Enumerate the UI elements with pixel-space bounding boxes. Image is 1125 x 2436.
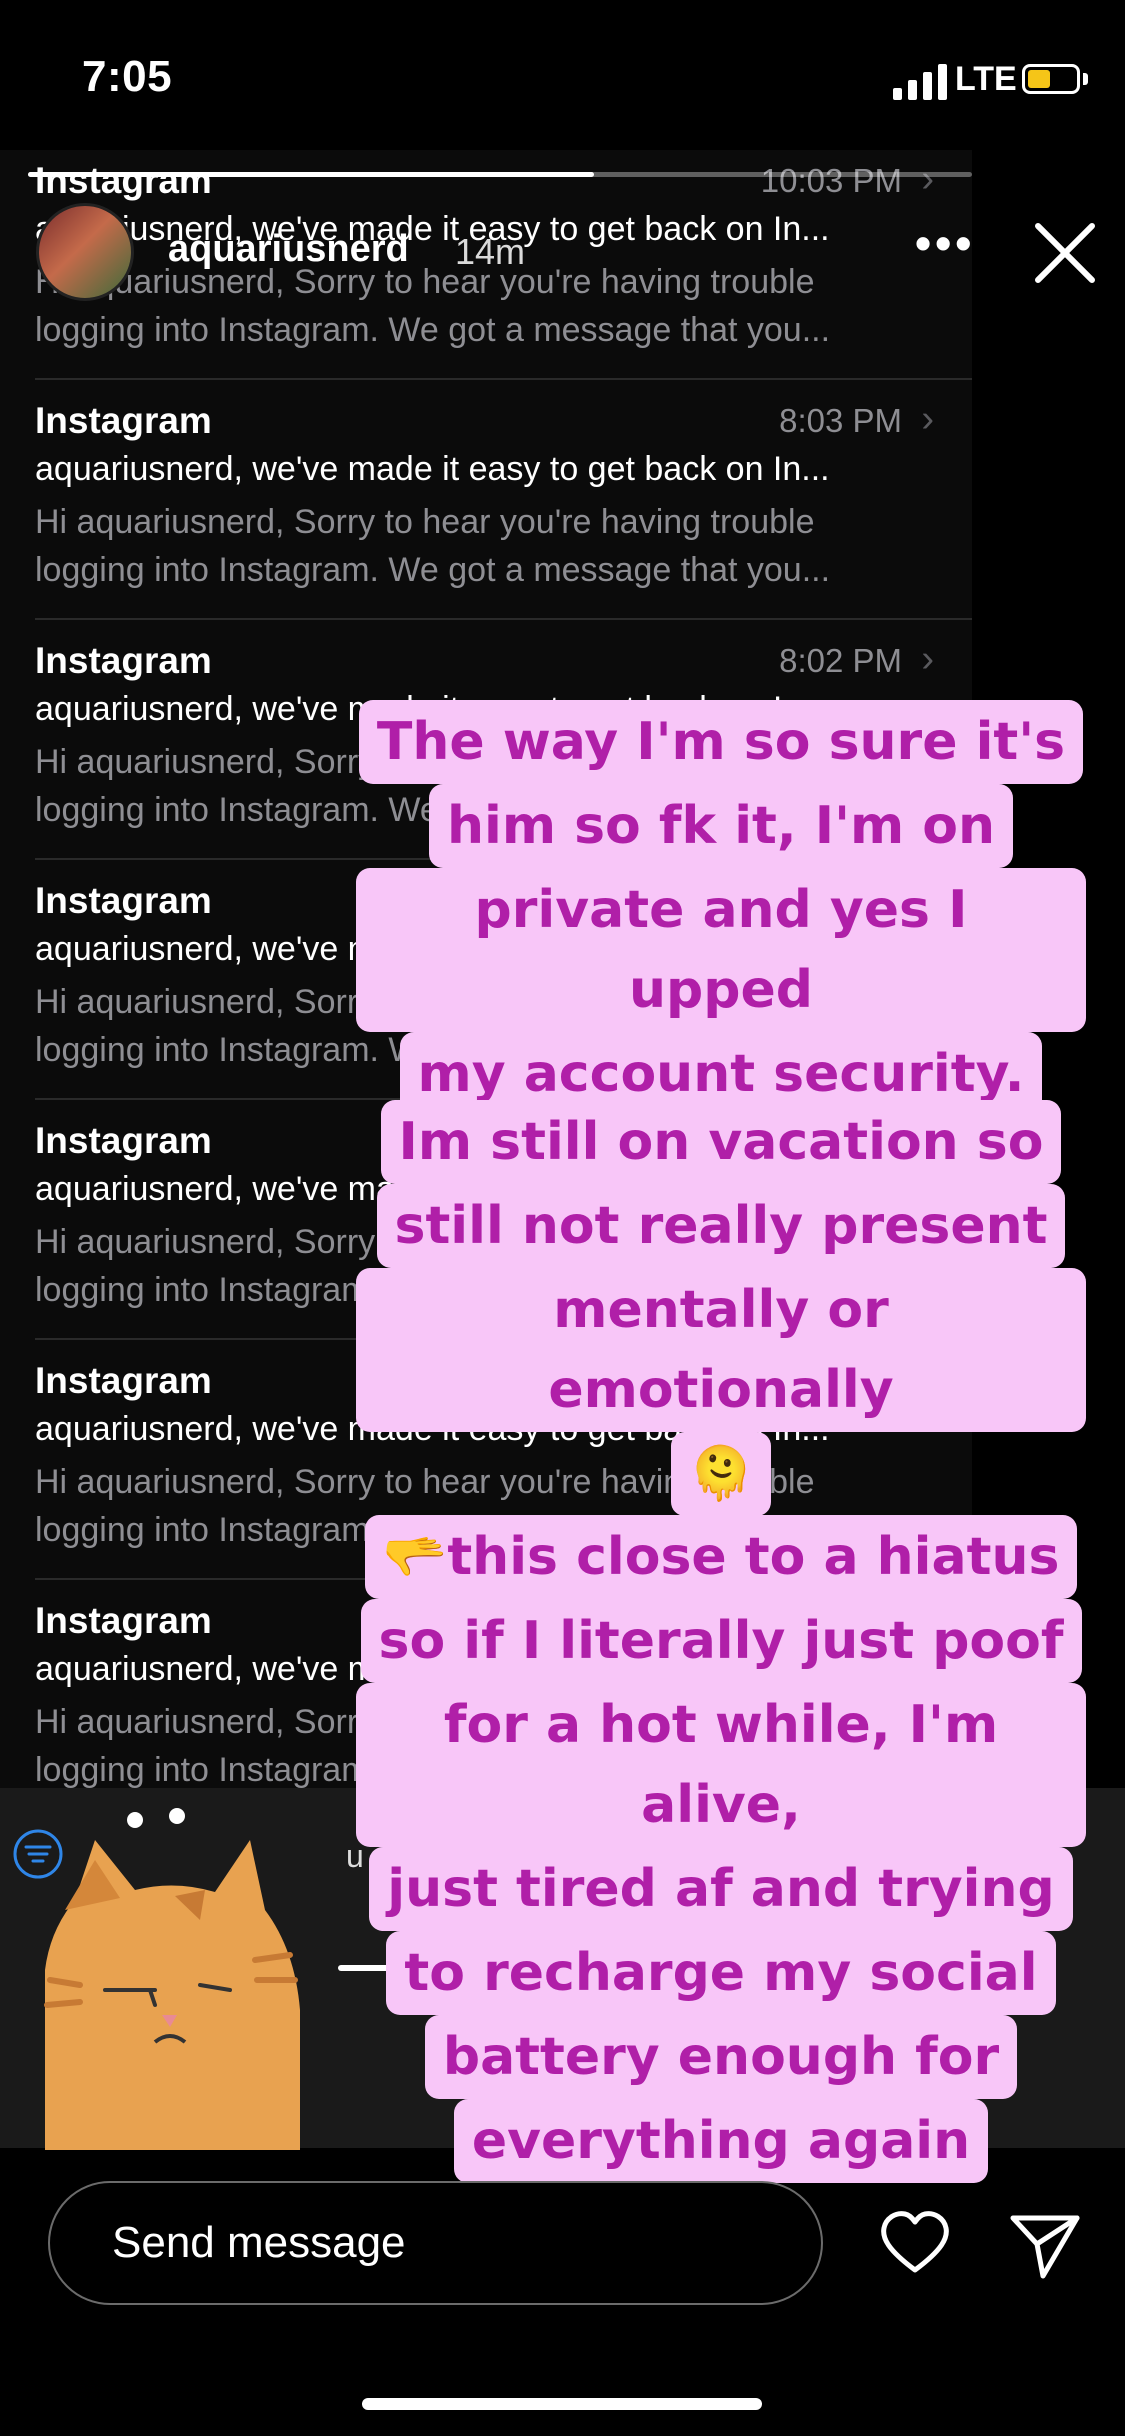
story-username[interactable]: aquariusnerd (168, 228, 409, 271)
story-progress-bar (28, 172, 972, 177)
close-icon[interactable] (1030, 218, 1100, 288)
story-progress-fill (28, 172, 595, 177)
sticker-line: The way I'm so sure it's (358, 700, 1084, 784)
mail-sender: Instagram (35, 1360, 212, 1401)
send-icon[interactable] (1005, 2206, 1085, 2286)
text-sticker-security: The way I'm so sure it's him so fk it, I… (356, 700, 1086, 1116)
sticker-line: still not really present (376, 1184, 1066, 1268)
sticker-line: private and yes I upped (356, 868, 1086, 1032)
signal-icon (893, 64, 947, 100)
mail-preview: Hi aquariusnerd, Sorry to hear you're ha… (35, 498, 935, 594)
home-indicator (362, 2398, 762, 2410)
mail-preview-line: logging into Instagram. We got a message… (35, 551, 831, 589)
chevron-right-icon: › (921, 158, 934, 200)
mail-item[interactable]: Instagram 8:03 PM aquariusnerd, we've made… (35, 378, 972, 620)
mail-time: 8:02 PM (779, 642, 902, 679)
sticker-line: him so fk it, I'm on (428, 784, 1014, 868)
mail-sender: Instagram (35, 400, 212, 441)
sticker-line: so if I literally just poof (360, 1599, 1082, 1683)
mail-subject: aquariusnerd, we've made it easy to get … (35, 210, 830, 248)
chevron-right-icon: › (921, 638, 934, 680)
sticker-line: battery enough for (424, 2015, 1018, 2099)
text-sticker-vacation: Im still on vacation so still not really… (356, 1100, 1086, 1516)
chevron-right-icon: › (921, 398, 934, 440)
melting-face-emoji: 🫠 (670, 1432, 772, 1516)
heart-icon[interactable] (878, 2206, 952, 2280)
mail-sender: Instagram (35, 1120, 212, 1161)
battery-tip (1083, 73, 1088, 85)
text-sticker-hiatus: 🫳this close to a hiatus so if I literall… (356, 1515, 1086, 2183)
mail-time: 8:03 PM (779, 402, 902, 439)
sticker-line: everything again (453, 2099, 989, 2183)
battery-icon (1022, 64, 1080, 94)
status-time: 7:05 (82, 52, 173, 101)
mail-preview-line: logging into Instagram. We got a message… (35, 311, 831, 349)
mail-time: 10:03 PM (760, 162, 902, 199)
more-icon[interactable]: ••• (915, 216, 975, 270)
network-label: LTE (955, 60, 1017, 98)
send-message-placeholder: Send message (112, 2218, 406, 2267)
mail-preview-line: Hi aquariusnerd, Sorry to hear you're ha… (35, 503, 815, 541)
sticker-line: mentally or emotionally (356, 1268, 1086, 1432)
cat-sticker (44, 1808, 300, 2150)
avatar[interactable] (36, 203, 134, 301)
mail-sender: Instagram (35, 640, 212, 681)
mail-sender: Instagram (35, 160, 212, 201)
sticker-line: just tired af and trying (369, 1847, 1073, 1931)
mail-sender: Instagram (35, 1600, 212, 1641)
sticker-line: for a hot while, I'm alive, (356, 1683, 1086, 1847)
sticker-line: to recharge my social (386, 1931, 1056, 2015)
mail-sender: Instagram (35, 880, 212, 921)
sticker-line: Im still on vacation so (380, 1100, 1062, 1184)
story-time-ago: 14m (455, 231, 526, 272)
mail-subject: aquariusnerd, we've made it easy to get … (35, 450, 830, 488)
sticker-line: 🫳this close to a hiatus (364, 1515, 1078, 1599)
